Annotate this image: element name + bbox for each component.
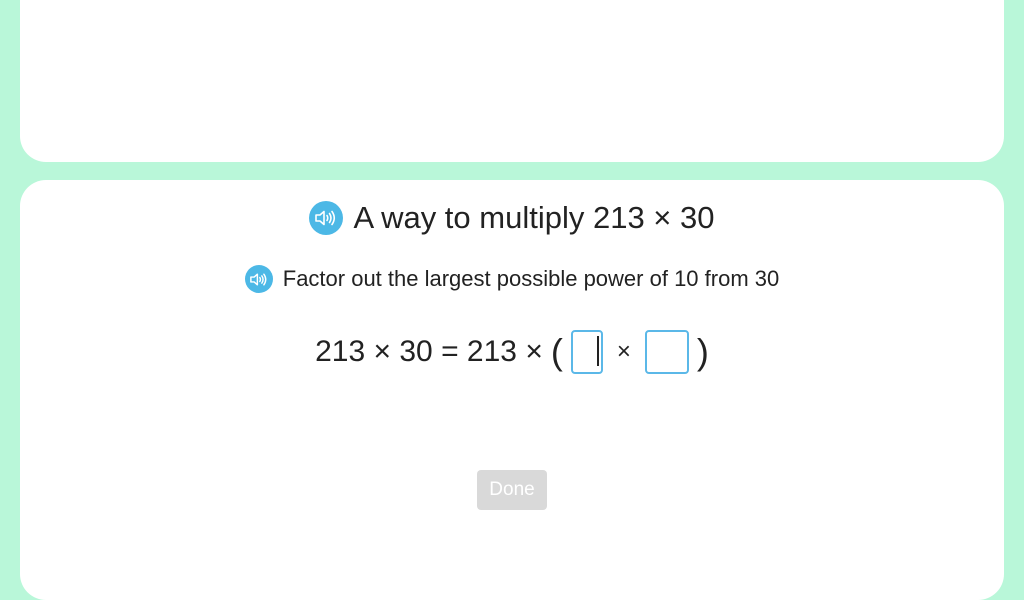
question-title-row: A way to multiply 213 × 30 xyxy=(0,198,1024,238)
times-symbol: × xyxy=(616,338,631,365)
title-speaker-icon[interactable] xyxy=(309,201,344,235)
close-paren: ) xyxy=(696,331,709,372)
equation-row: 213 × 30 = 213 × ( × ) xyxy=(0,326,1024,378)
previous-card xyxy=(20,0,1004,162)
open-paren: ( xyxy=(550,331,563,372)
answer-input-2[interactable] xyxy=(644,330,689,374)
done-button[interactable]: Done xyxy=(477,470,547,510)
question-title: A way to multiply 213 × 30 xyxy=(353,200,715,235)
question-card xyxy=(20,180,1004,600)
text-caret xyxy=(596,336,599,366)
instruction-text: Factor out the largest possible power of… xyxy=(282,266,780,291)
instruction-speaker-icon[interactable] xyxy=(244,265,273,293)
done-row: Done xyxy=(0,470,1024,510)
instruction-row: Factor out the largest possible power of… xyxy=(0,262,1024,296)
equation-prefix: 213 × 30 = 213 × xyxy=(315,335,543,368)
answer-box-1-wrapper xyxy=(570,330,603,374)
